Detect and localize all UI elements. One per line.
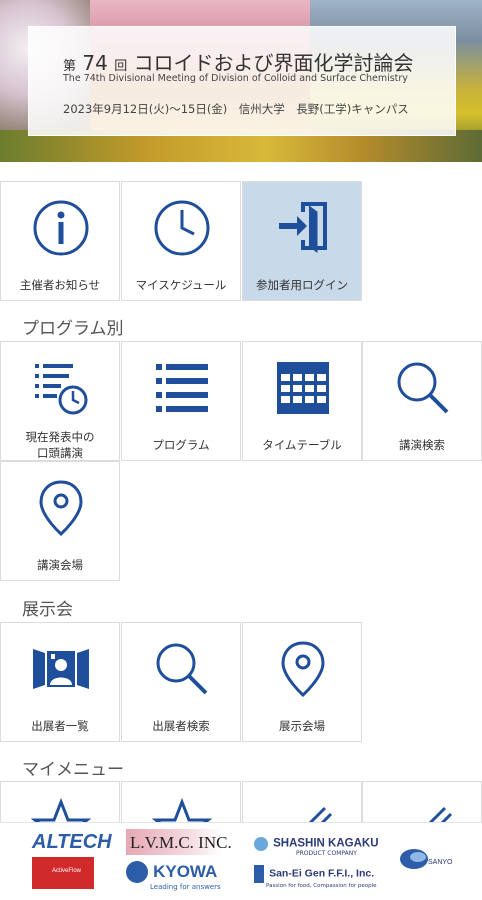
exhibitor-search-label: 出展者検索 xyxy=(152,719,210,733)
list-icon xyxy=(156,364,208,412)
info-icon xyxy=(33,200,89,256)
event-banner: 第 74 回 コロイドおよび界面化学討論会 The 74th Divisiona… xyxy=(0,0,482,162)
sponsor-sanei-tagline: Passion for food, Compassion for people xyxy=(266,883,377,889)
sponsor-sanei-logo[interactable]: San-Ei Gen F.F.I., Inc. xyxy=(254,863,374,883)
sponsor-lvmc-logo[interactable]: L.V.M.C. INC. xyxy=(130,833,232,853)
program-tile[interactable]: プログラム xyxy=(121,341,241,461)
clock-icon xyxy=(154,200,210,256)
exhibition-venue-label: 展示会場 xyxy=(279,719,325,733)
my-schedule-label: マイスケジュール xyxy=(135,278,227,292)
sponsor-kyowa-tagline: Leading for answers xyxy=(150,883,221,891)
section-header-exhibition: 展示会 xyxy=(22,600,73,620)
map-pin-icon xyxy=(39,480,83,537)
organizer-notice-tile[interactable]: 主催者お知らせ xyxy=(0,181,120,301)
search-icon xyxy=(397,362,449,414)
talk-venue-tile[interactable]: 講演会場 xyxy=(0,461,120,581)
exhibitor-search-tile[interactable]: 出展者検索 xyxy=(121,622,241,742)
sponsor-kyowa-logo[interactable]: KYOWA xyxy=(126,861,217,883)
participant-login-label: 参加者用ログイン xyxy=(256,278,348,292)
participant-login-tile[interactable]: 参加者用ログイン xyxy=(242,181,362,301)
exhibitor-list-label: 出展者一覧 xyxy=(31,719,89,733)
talk-venue-label: 講演会場 xyxy=(37,558,83,572)
current-oral-talks-label: 現在発表中の 口頭講演 xyxy=(25,430,95,460)
organizer-notice-label: 主催者お知らせ xyxy=(19,278,101,292)
sponsor-footer: ALTECH ActiveFlow L.V.M.C. INC. KYOWA Le… xyxy=(0,822,482,900)
section-header-mymenu: マイメニュー xyxy=(22,760,124,780)
timetable-label: タイムテーブル xyxy=(262,438,342,452)
search-icon xyxy=(156,643,208,695)
calendar-icon xyxy=(277,362,329,414)
login-icon xyxy=(279,202,327,253)
sponsor-altech-logo[interactable]: ALTECH xyxy=(32,831,112,854)
banner-title: 第 74 回 コロイドおよび界面化学討論会 xyxy=(63,51,414,75)
exhibitor-booth-icon xyxy=(33,649,89,689)
timetable-tile[interactable]: タイムテーブル xyxy=(242,341,362,461)
talk-search-tile[interactable]: 講演検索 xyxy=(362,341,482,461)
banner-date-venue: 2023年9月12日(火)～15日(金) 信州大学 長野(工学)キャンパス xyxy=(63,102,409,116)
sponsor-activeflow-logo[interactable]: ActiveFlow xyxy=(32,857,94,889)
program-label: プログラム xyxy=(152,438,210,452)
section-header-program: プログラム別 xyxy=(22,319,124,339)
exhibitor-list-tile[interactable]: 出展者一覧 xyxy=(0,622,120,742)
map-pin-icon xyxy=(281,641,325,698)
exhibition-venue-tile[interactable]: 展示会場 xyxy=(242,622,362,742)
sponsor-sanyo-label: SANYO xyxy=(428,859,453,866)
banner-title-panel: 第 74 回 コロイドおよび界面化学討論会 The 74th Divisiona… xyxy=(28,26,456,136)
talk-search-label: 講演検索 xyxy=(399,438,445,452)
sponsor-shashin-sub: PRODUCT COMPANY xyxy=(296,850,357,857)
list-clock-icon xyxy=(35,364,88,415)
my-schedule-tile[interactable]: マイスケジュール xyxy=(121,181,241,301)
banner-subtitle: The 74th Divisional Meeting of Division … xyxy=(63,73,408,84)
current-oral-talks-tile[interactable]: 現在発表中の 口頭講演 xyxy=(0,341,120,461)
